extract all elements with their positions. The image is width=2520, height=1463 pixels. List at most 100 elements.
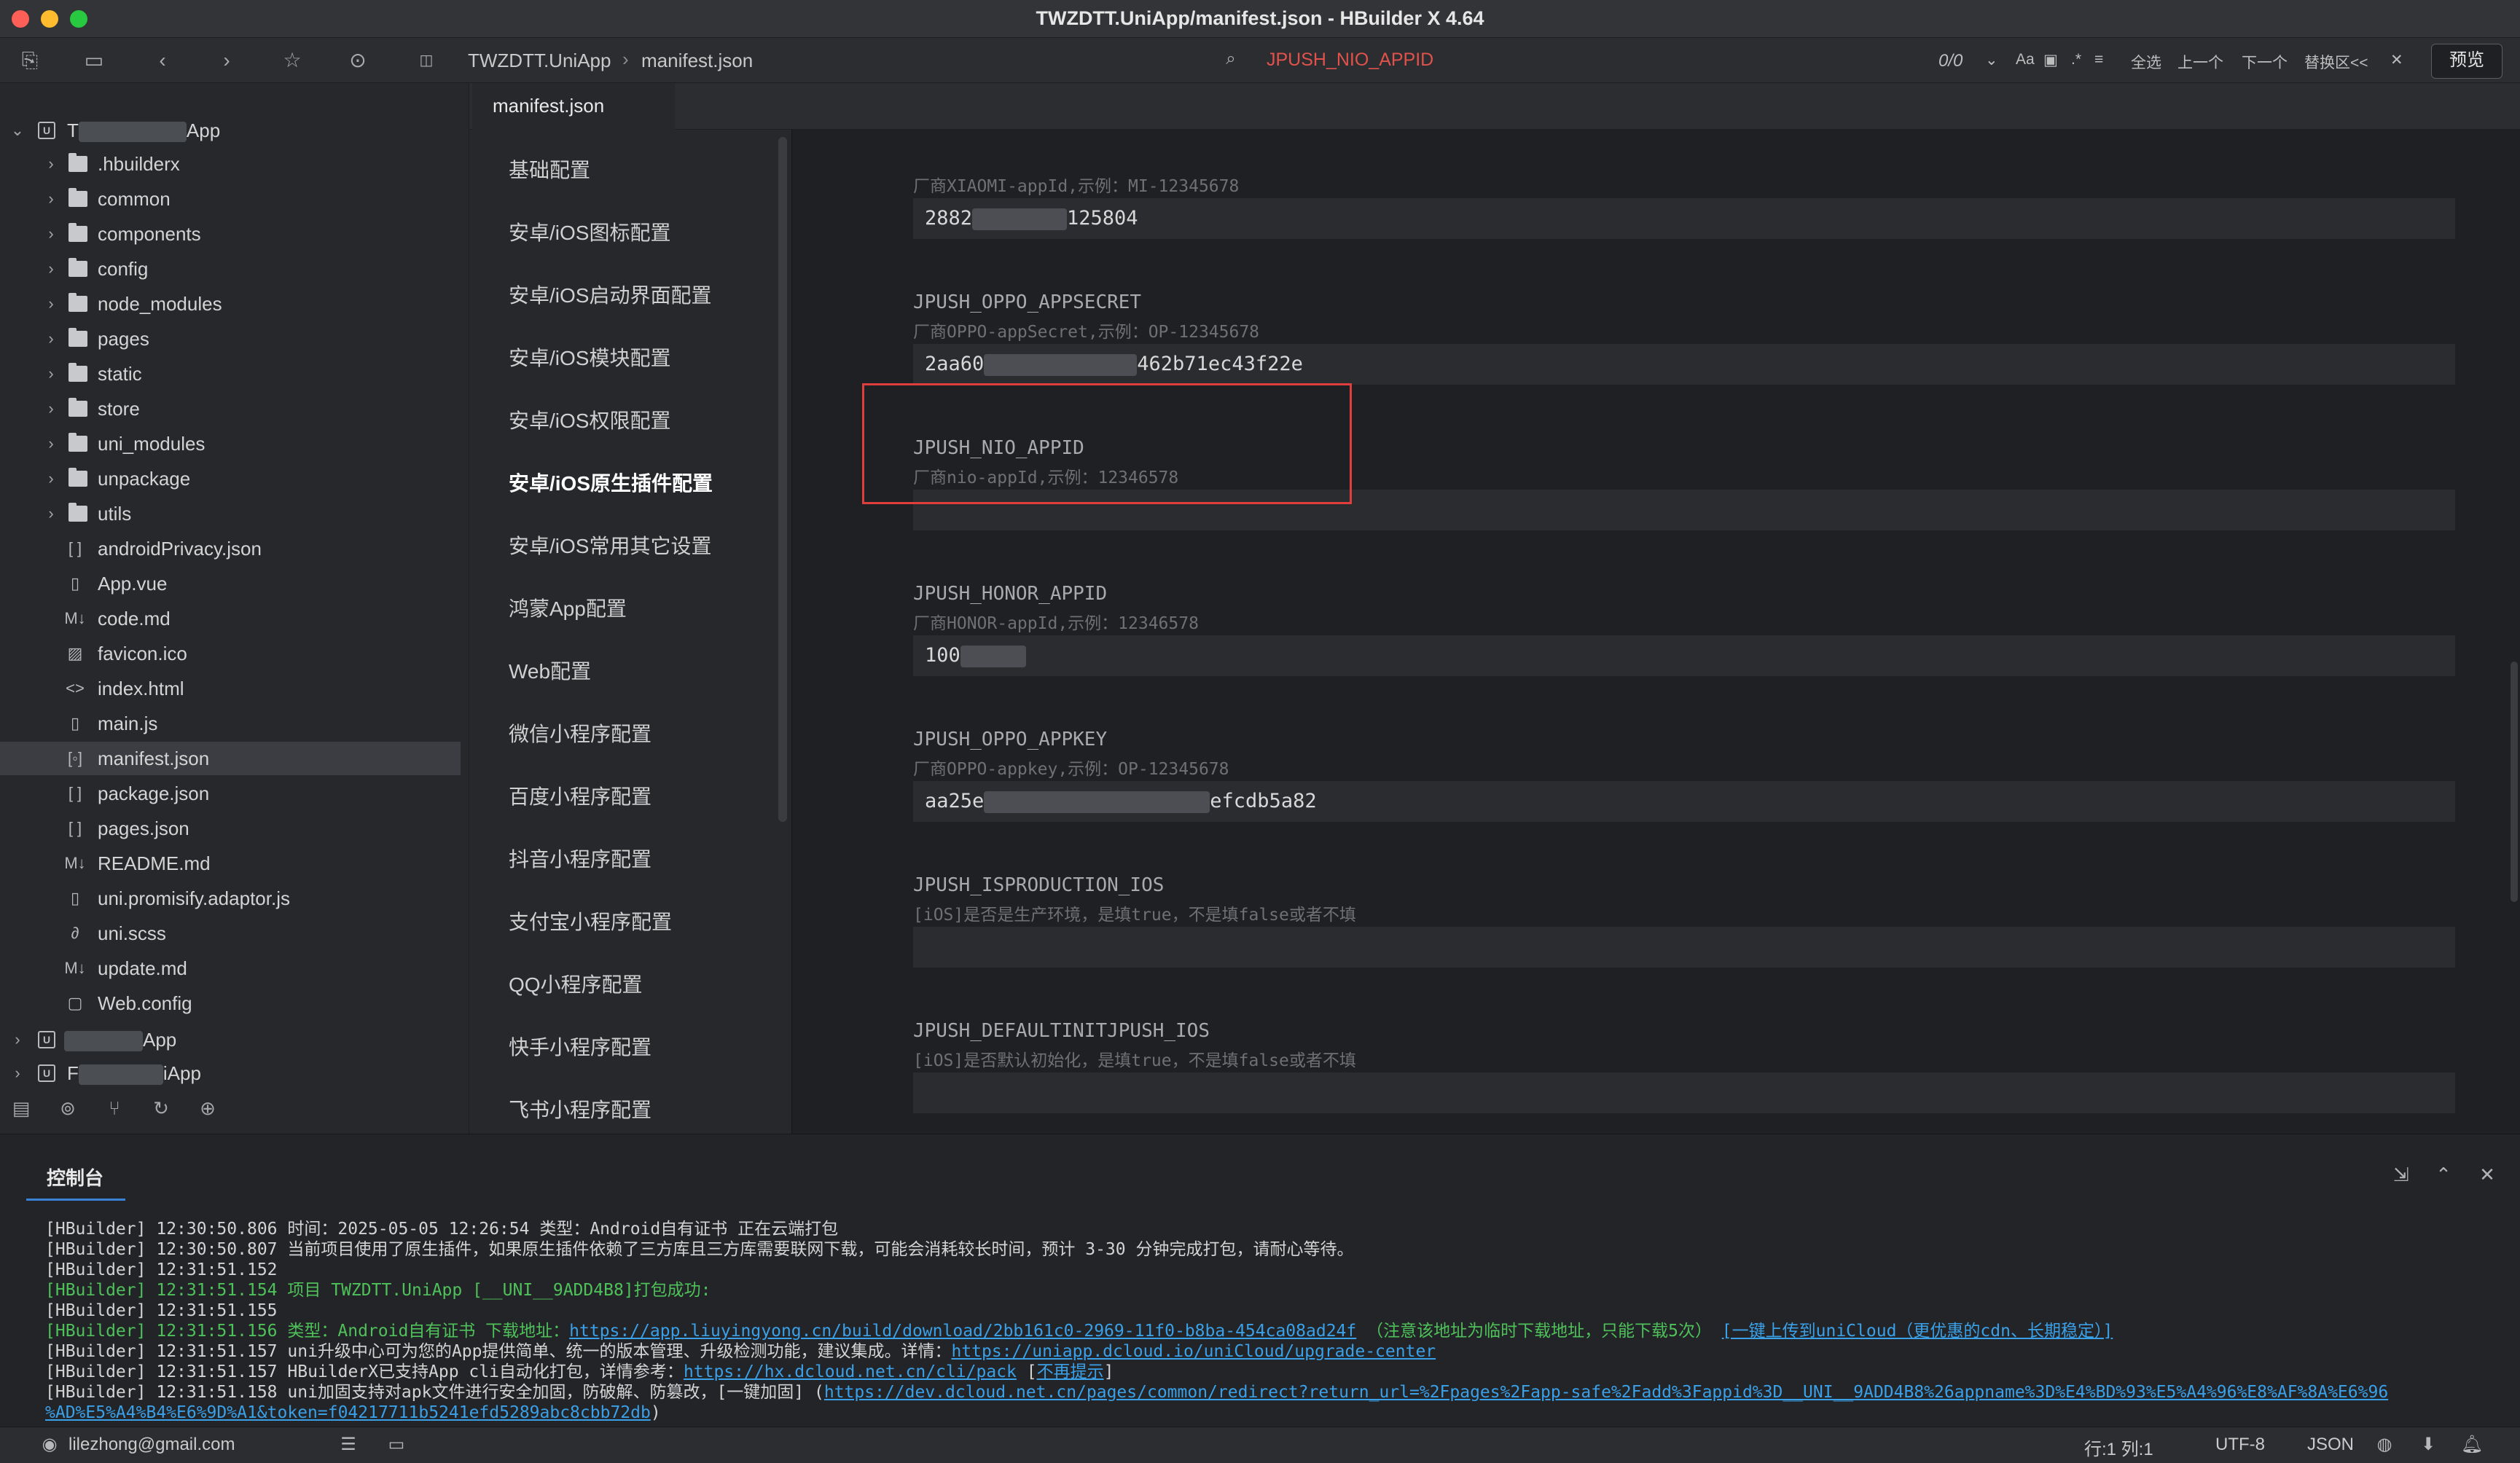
chevron-right-icon[interactable]: ›	[44, 322, 58, 356]
preview-button[interactable]: 预览	[2431, 44, 2503, 79]
settings-nav-item[interactable]: 安卓/iOS原生插件配置	[509, 468, 713, 497]
select-all-button[interactable]: 全选	[2131, 51, 2161, 73]
settings-nav-item[interactable]: 飞书小程序配置	[509, 1094, 651, 1123]
project-root[interactable]: ⌄ U T App	[0, 114, 461, 147]
scrollbar[interactable]	[778, 137, 787, 822]
field-input[interactable]: aa25e efcdb5a82	[913, 781, 2455, 822]
tree-file[interactable]: M↓ code.md	[0, 602, 461, 635]
tree-folder[interactable]: › utils	[0, 497, 461, 530]
chevron-up-icon[interactable]: ⌃	[2431, 1164, 2456, 1188]
user-icon[interactable]: ◉	[38, 1433, 61, 1456]
minimize-window-button[interactable]	[41, 10, 58, 28]
chevron-right-icon[interactable]: ›	[44, 252, 58, 286]
tree-folder[interactable]: › .hbuilderx	[0, 147, 461, 181]
tree-file[interactable]: [◦] manifest.json	[0, 742, 461, 775]
bell-icon[interactable]: 🔔︎	[2460, 1433, 2484, 1456]
chevron-right-icon[interactable]: ›	[44, 427, 58, 460]
console-link[interactable]: 不再提示	[1037, 1362, 1104, 1381]
find-next-button[interactable]: 下一个	[2242, 51, 2288, 73]
tree-folder[interactable]: › store	[0, 392, 461, 425]
cursor-position[interactable]: 行:1 列:1	[2084, 1435, 2153, 1460]
tree-file[interactable]: M↓ README.md	[0, 847, 461, 880]
tree-file[interactable]: ▨ favicon.ico	[0, 637, 461, 670]
settings-nav-item[interactable]: 安卓/iOS权限配置	[509, 405, 670, 434]
user-email[interactable]: lilezhong@gmail.com	[69, 1435, 235, 1455]
tree-folder[interactable]: › static	[0, 357, 461, 391]
chevron-right-icon[interactable]: ›	[44, 357, 58, 391]
tree-file[interactable]: ▢ Web.config	[0, 987, 461, 1020]
console-link[interactable]: https://app.liuyingyong.cn/build/downloa…	[569, 1322, 1356, 1341]
new-file-icon[interactable]: ⎘	[17, 48, 42, 73]
tree-file[interactable]: [ ] pages.json	[0, 812, 461, 845]
tree-folder[interactable]: › node_modules	[0, 287, 461, 321]
back-icon[interactable]: ‹	[150, 48, 175, 73]
tree-file[interactable]: [ ] androidPrivacy.json	[0, 532, 461, 565]
settings-nav-item[interactable]: 安卓/iOS模块配置	[509, 342, 670, 372]
export-icon[interactable]: ⇲	[2389, 1164, 2414, 1188]
project-collapsed[interactable]: › U App	[0, 1023, 461, 1056]
tree-folder[interactable]: › components	[0, 217, 461, 251]
feedback-icon[interactable]: ◍	[2373, 1433, 2396, 1456]
refresh-icon[interactable]: ↻	[149, 1096, 173, 1121]
chevron-right-icon[interactable]: ›	[10, 1023, 25, 1056]
settings-nav-item[interactable]: QQ小程序配置	[509, 969, 643, 998]
tree-file[interactable]: M↓ update.md	[0, 952, 461, 985]
regex-icon[interactable]: .*	[2071, 51, 2081, 68]
tree-folder[interactable]: › common	[0, 182, 461, 216]
settings-nav-item[interactable]: 抖音小程序配置	[509, 844, 651, 873]
match-case-icon[interactable]: Aa	[2016, 51, 2035, 68]
explorer-icon[interactable]: ▤	[9, 1096, 34, 1121]
web-icon[interactable]: ⊕	[195, 1096, 220, 1121]
whole-word-icon[interactable]: ▣	[2043, 51, 2058, 69]
encoding[interactable]: UTF-8	[2215, 1435, 2265, 1455]
breadcrumb-file[interactable]: manifest.json	[641, 50, 753, 72]
chevron-right-icon[interactable]: ›	[44, 217, 58, 251]
replace-toggle-button[interactable]: 替换区<<	[2304, 51, 2368, 73]
field-input[interactable]	[913, 927, 2455, 968]
console-link[interactable]: %AD%E5%A4%B4%E6%9D%A1&token=f04217711b52…	[45, 1403, 651, 1422]
settings-nav-item[interactable]: 安卓/iOS图标配置	[509, 217, 670, 246]
console-link[interactable]: [一键上传到uniCloud（更优惠的cdn、长期稳定）]	[1722, 1322, 2113, 1341]
close-window-button[interactable]	[12, 10, 29, 28]
tree-file[interactable]: <> index.html	[0, 672, 461, 705]
settings-nav-item[interactable]: 快手小程序配置	[509, 1032, 651, 1061]
settings-nav-item[interactable]: 安卓/iOS常用其它设置	[509, 530, 711, 560]
in-selection-icon[interactable]: ≡	[2094, 51, 2103, 68]
settings-nav-item[interactable]: 基础配置	[509, 154, 590, 184]
chevron-right-icon[interactable]: ›	[44, 147, 58, 181]
find-dropdown-icon[interactable]: ⌄	[1985, 51, 1998, 69]
breadcrumb-project[interactable]: TWZDTT.UniApp	[468, 50, 611, 72]
console-link[interactable]: https://dev.dcloud.net.cn/pages/common/r…	[824, 1383, 2388, 1402]
binoculars-icon[interactable]: ⊚	[55, 1096, 80, 1121]
tree-file[interactable]: [ ] package.json	[0, 777, 461, 810]
tree-folder[interactable]: › uni_modules	[0, 427, 461, 460]
tree-folder[interactable]: › pages	[0, 322, 461, 356]
tree-folder[interactable]: › config	[0, 252, 461, 286]
tab-manifest-json[interactable]: manifest.json	[472, 83, 675, 130]
field-input[interactable]	[913, 1072, 2455, 1113]
download-icon[interactable]: ⬇	[2417, 1433, 2440, 1456]
chevron-right-icon[interactable]: ›	[44, 462, 58, 495]
chevron-right-icon[interactable]: ›	[44, 182, 58, 216]
source-control-icon[interactable]: ⑂	[102, 1096, 127, 1121]
tree-file[interactable]: ∂ uni.scss	[0, 917, 461, 950]
chevron-right-icon[interactable]: ›	[44, 497, 58, 530]
list-icon[interactable]: ☰	[337, 1433, 360, 1456]
close-find-icon[interactable]: ✕	[2390, 51, 2403, 69]
settings-nav-item[interactable]: Web配置	[509, 656, 591, 685]
tree-folder[interactable]: › unpackage	[0, 462, 461, 495]
find-prev-button[interactable]: 上一个	[2177, 51, 2223, 73]
settings-nav-item[interactable]: 支付宝小程序配置	[509, 906, 672, 936]
language-mode[interactable]: JSON	[2307, 1435, 2354, 1455]
chevron-down-icon[interactable]: ⌄	[10, 114, 25, 147]
settings-nav-item[interactable]: 微信小程序配置	[509, 718, 651, 748]
chevron-right-icon[interactable]: ›	[44, 287, 58, 321]
console-link[interactable]: https://hx.dcloud.net.cn/cli/pack	[684, 1362, 1017, 1381]
settings-nav-item[interactable]: 百度小程序配置	[509, 781, 651, 810]
tree-file[interactable]: ▯ main.js	[0, 707, 461, 740]
field-input[interactable]: 2aa60 462b71ec43f22e	[913, 344, 2455, 385]
settings-nav-item[interactable]: 安卓/iOS启动界面配置	[509, 280, 711, 309]
forward-icon[interactable]: ›	[214, 48, 239, 73]
tree-file[interactable]: ▯ uni.promisify.adaptor.js	[0, 882, 461, 915]
settings-nav-item[interactable]: 鸿蒙App配置	[509, 593, 627, 622]
